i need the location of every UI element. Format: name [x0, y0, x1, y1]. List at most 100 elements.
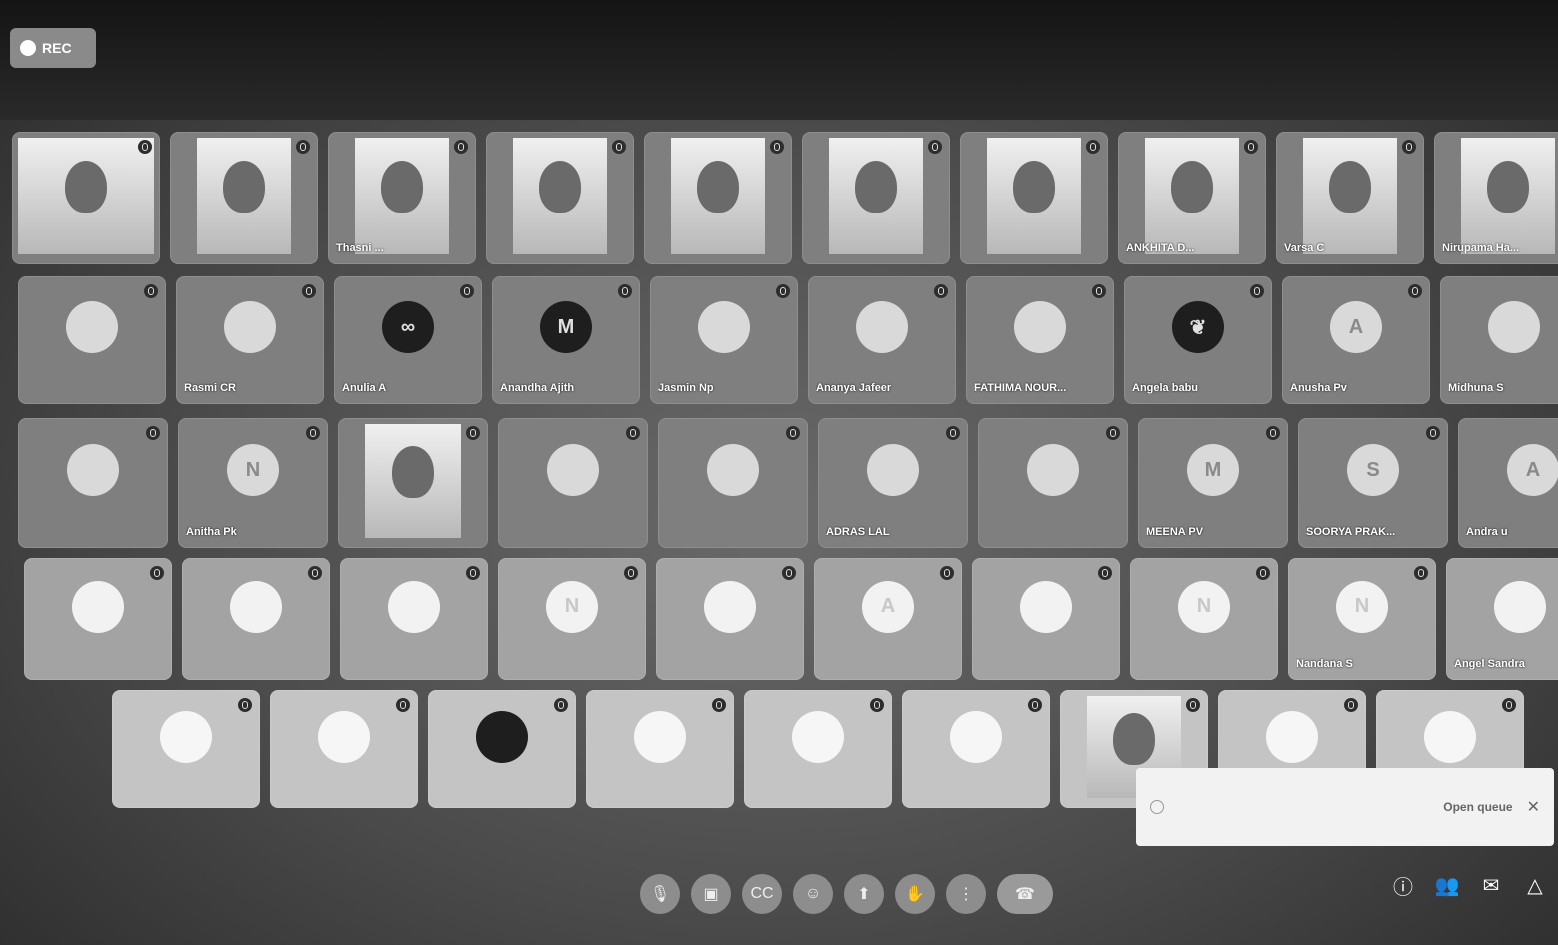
participant-face	[697, 160, 739, 213]
participant-tile[interactable]	[972, 558, 1120, 680]
participant-tile[interactable]: FATHIMA NOUR...	[966, 276, 1114, 404]
participant-name: Angel Sandra	[1454, 658, 1525, 670]
participant-tile[interactable]: Rasmi CR	[176, 276, 324, 404]
mic-icon[interactable]: 🎙	[640, 874, 680, 914]
participant-video	[354, 138, 450, 254]
participant-video	[670, 138, 766, 254]
participant-avatar	[1424, 711, 1476, 764]
participant-name: MEENA PV	[1146, 526, 1204, 538]
participant-avatar	[547, 444, 599, 496]
info-icon[interactable]: ⓘ	[1390, 872, 1416, 899]
participant-tile[interactable]	[338, 418, 488, 548]
participant-tile[interactable]	[586, 690, 734, 808]
participant-tile[interactable]	[170, 132, 318, 264]
participant-face	[223, 160, 265, 213]
participant-avatar	[698, 301, 750, 354]
participant-tile[interactable]	[960, 132, 1108, 264]
participant-tile[interactable]: N Anitha Pk	[178, 418, 328, 548]
participant-avatar: M	[1187, 444, 1239, 496]
end-call-icon[interactable]: ☎	[997, 874, 1053, 914]
participant-name: Midhuna S	[1448, 382, 1504, 394]
mic-muted-icon	[946, 426, 960, 440]
participant-tile[interactable]: Angel Sandra	[1446, 558, 1558, 680]
mic-muted-icon	[1502, 698, 1516, 712]
toast-close-icon[interactable]: ✕	[1527, 797, 1540, 817]
participant-tile[interactable]	[802, 132, 950, 264]
participant-avatar	[1014, 301, 1066, 354]
top-bar: REC	[0, 0, 1558, 120]
participant-tile[interactable]	[182, 558, 330, 680]
participant-name: Varsa C	[1284, 242, 1325, 254]
participant-tile[interactable]	[902, 690, 1050, 808]
toast-open-queue-button[interactable]: Open queue	[1443, 800, 1512, 814]
participant-tile[interactable]	[270, 690, 418, 808]
mic-muted-icon	[296, 140, 310, 154]
participant-tile[interactable]: S SOORYA PRAK...	[1298, 418, 1448, 548]
participant-tile[interactable]	[12, 132, 160, 264]
recording-indicator: REC	[10, 28, 96, 68]
participant-face	[392, 445, 434, 498]
chat-icon[interactable]: ✉	[1478, 872, 1504, 898]
present-icon[interactable]: ⬆	[844, 874, 884, 914]
participant-tile[interactable]: Varsa C	[1276, 132, 1424, 264]
participant-avatar: ∞	[382, 301, 434, 354]
people-icon[interactable]: 👥	[1434, 872, 1460, 898]
participant-avatar: N	[1336, 580, 1388, 633]
participant-tile[interactable]: A Anusha Pv	[1282, 276, 1430, 404]
participant-tile[interactable]	[644, 132, 792, 264]
mic-muted-icon	[1092, 284, 1106, 298]
participant-tile[interactable]	[24, 558, 172, 680]
mic-muted-icon	[302, 284, 316, 298]
participant-tile[interactable]: ❦ Angela babu	[1124, 276, 1272, 404]
participant-tile[interactable]: M MEENA PV	[1138, 418, 1288, 548]
more-icon[interactable]: ⋮	[946, 874, 986, 914]
activities-icon[interactable]: △	[1522, 872, 1548, 898]
participant-avatar	[160, 711, 212, 764]
participant-tile[interactable]: M Anandha Ajith	[492, 276, 640, 404]
participant-tile[interactable]	[486, 132, 634, 264]
participant-tile[interactable]: N	[498, 558, 646, 680]
participant-tile[interactable]	[744, 690, 892, 808]
participant-tile[interactable]	[18, 418, 168, 548]
participant-face	[1171, 160, 1213, 213]
participant-tile[interactable]	[340, 558, 488, 680]
participant-video	[1460, 138, 1556, 254]
mic-muted-icon	[870, 698, 884, 712]
participant-tile[interactable]	[978, 418, 1128, 548]
participant-tile[interactable]: ANKHITA D...	[1118, 132, 1266, 264]
participant-tile[interactable]	[18, 276, 166, 404]
participant-tile[interactable]: Nirupama Ha...	[1434, 132, 1558, 264]
participant-tile[interactable]: N	[1130, 558, 1278, 680]
participant-video	[18, 138, 154, 254]
participant-tile[interactable]: Jasmin Np	[650, 276, 798, 404]
participant-tile[interactable]	[428, 690, 576, 808]
participant-avatar	[950, 711, 1002, 764]
participant-name: Andra u	[1466, 526, 1508, 538]
participant-tile[interactable]: A Andra u	[1458, 418, 1558, 548]
mic-muted-icon	[626, 426, 640, 440]
participant-avatar	[1488, 301, 1540, 354]
participant-tile[interactable]: A	[814, 558, 962, 680]
participant-tile[interactable]	[658, 418, 808, 548]
captions-icon[interactable]: CC	[742, 874, 782, 914]
participant-tile[interactable]: Midhuna S	[1440, 276, 1558, 404]
participant-tile[interactable]	[498, 418, 648, 548]
camera-icon[interactable]: ▣	[691, 874, 731, 914]
participant-tile[interactable]: N Nandana S	[1288, 558, 1436, 680]
participant-tile[interactable]	[112, 690, 260, 808]
mic-muted-icon	[554, 698, 568, 712]
participant-tile[interactable]	[656, 558, 804, 680]
participant-name: Anulia A	[342, 382, 387, 394]
emoji-icon[interactable]: ☺	[793, 874, 833, 914]
participant-avatar	[476, 711, 528, 764]
mic-muted-icon	[934, 284, 948, 298]
participant-tile[interactable]: Ananya Jafeer	[808, 276, 956, 404]
participant-tile[interactable]: Thasni ...	[328, 132, 476, 264]
mic-muted-icon	[712, 698, 726, 712]
toast-icon	[1150, 800, 1164, 814]
mic-muted-icon	[306, 426, 320, 440]
raise-hand-icon[interactable]: ✋	[895, 874, 935, 914]
participant-tile[interactable]: ADRAS LAL	[818, 418, 968, 548]
participant-tile[interactable]: ∞ Anulia A	[334, 276, 482, 404]
mic-muted-icon	[1414, 566, 1428, 580]
